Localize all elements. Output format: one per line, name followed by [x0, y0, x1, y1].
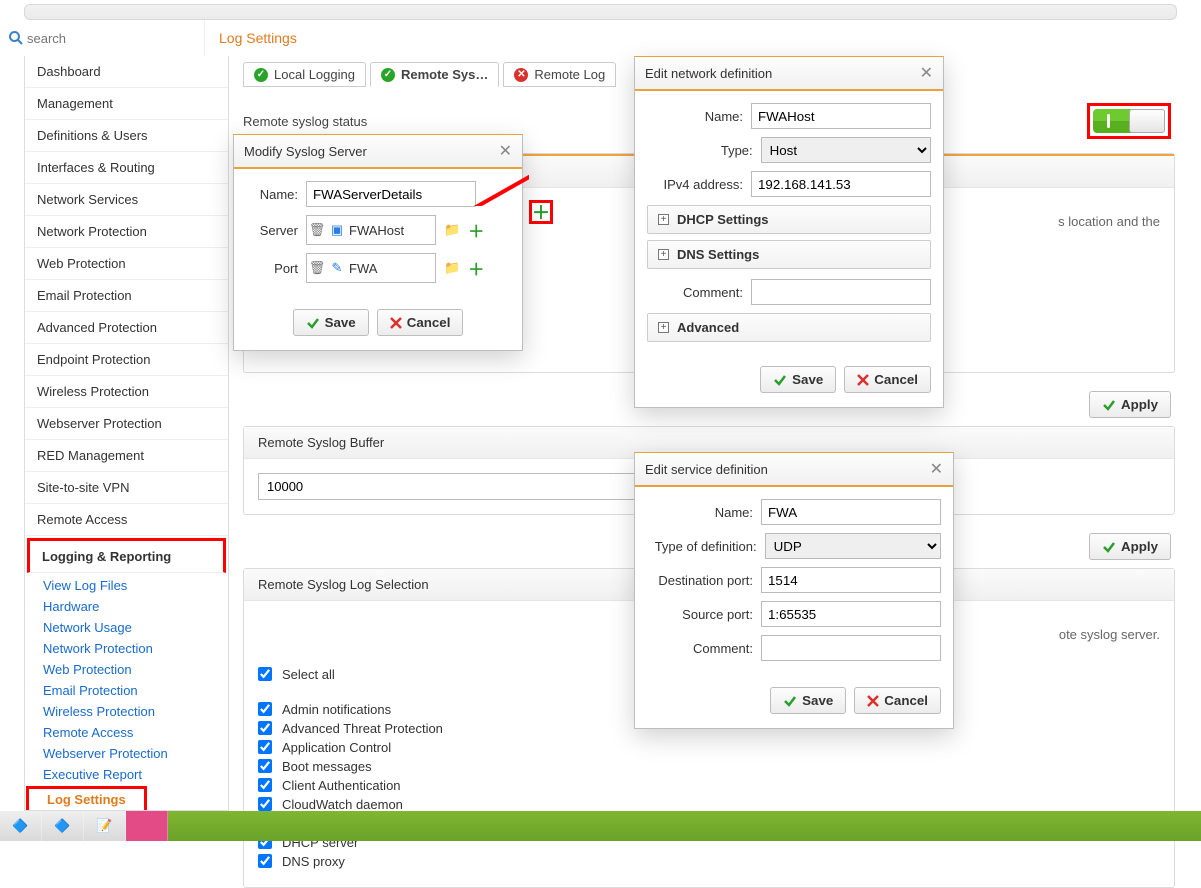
page-title: Log Settings [205, 20, 1201, 56]
status-toggle[interactable] [1093, 109, 1165, 133]
svc-dlg-close[interactable]: ✕ [930, 459, 943, 479]
modify-cancel-button[interactable]: Cancel [377, 309, 464, 336]
sidebar-sub[interactable]: Wireless Protection [25, 701, 228, 722]
tab-remote-syslog[interactable]: ✓Remote Sys… [370, 62, 499, 87]
sidebar-item[interactable]: Network Protection [25, 216, 228, 248]
search-input[interactable] [27, 31, 177, 46]
add-server-icon[interactable]: ＋ [468, 218, 484, 242]
net-dlg-close[interactable]: ✕ [920, 63, 933, 83]
log-checkbox[interactable]: Client Authentication [258, 778, 1160, 793]
sidebar: DashboardManagementDefinitions & UsersIn… [24, 56, 229, 811]
modify-dlg-title: Modify Syslog Server [244, 144, 367, 159]
sidebar-sub[interactable]: Webserver Protection [25, 743, 228, 764]
sidebar-item[interactable]: Remote Access [25, 504, 228, 536]
svc-dlg-title: Edit service definition [645, 462, 768, 477]
sidebar-item[interactable]: Endpoint Protection [25, 344, 228, 376]
add-syslog-server-button[interactable]: ＋ [529, 200, 553, 224]
sidebar-item[interactable]: Web Protection [25, 248, 228, 280]
server-chip[interactable]: 🗑 ▣ FWAHost [306, 215, 436, 245]
sidebar-sub-log-settings[interactable]: Log Settings [26, 786, 147, 811]
tab-local-logging[interactable]: ✓Local Logging [243, 62, 366, 87]
sidebar-item[interactable]: Management [25, 88, 228, 120]
svc-cancel-button[interactable]: Cancel [854, 687, 941, 714]
sidebar-item[interactable]: Interfaces & Routing [25, 152, 228, 184]
log-checkbox[interactable]: DNS proxy [258, 854, 1160, 869]
svc-name-input[interactable] [761, 499, 941, 525]
sidebar-item[interactable]: Definitions & Users [25, 120, 228, 152]
log-checkbox[interactable]: Boot messages [258, 759, 1160, 774]
modify-syslog-dialog: Modify Syslog Server ✕ Name: Server 🗑 ▣ … [233, 134, 523, 351]
modify-save-button[interactable]: Save [293, 309, 369, 336]
modify-dlg-close[interactable]: ✕ [499, 141, 512, 161]
net-comment-input[interactable] [751, 279, 931, 305]
sidebar-item[interactable]: Email Protection [25, 280, 228, 312]
status-label: Remote syslog status [243, 114, 367, 129]
tab-remote-log[interactable]: ✕Remote Log [503, 62, 616, 87]
host-icon: ▣ [327, 222, 347, 238]
svc-comment-input[interactable] [761, 635, 941, 661]
sidebar-sub[interactable]: Hardware [25, 596, 228, 617]
sidebar-sub[interactable]: View Log Files [25, 575, 228, 596]
apply-servers-button[interactable]: Apply [1089, 391, 1171, 418]
syslog-name-input[interactable] [306, 181, 476, 207]
sidebar-sub[interactable]: Executive Report [25, 764, 228, 785]
service-icon: ✎ [327, 260, 347, 276]
trash-icon[interactable]: 🗑 [307, 260, 327, 276]
net-save-button[interactable]: Save [760, 366, 836, 393]
search-box[interactable] [0, 20, 205, 56]
net-dlg-title: Edit network definition [645, 66, 772, 81]
edit-service-dialog: Edit service definition ✕ Name: Type of … [634, 452, 954, 729]
apply-buffer-button[interactable]: Apply [1089, 533, 1171, 560]
sidebar-sub[interactable]: Network Protection [25, 638, 228, 659]
net-ipv4-input[interactable] [751, 171, 931, 197]
topbar [24, 4, 1177, 20]
sidebar-item[interactable]: Network Services [25, 184, 228, 216]
folder-icon[interactable]: 📁 [444, 222, 460, 238]
trash-icon[interactable]: 🗑 [307, 222, 327, 238]
svc-save-button[interactable]: Save [770, 687, 846, 714]
sidebar-section-logging-reporting[interactable]: Logging & Reporting [27, 538, 226, 573]
sidebar-item[interactable]: Webserver Protection [25, 408, 228, 440]
sidebar-item[interactable]: Site-to-site VPN [25, 472, 228, 504]
add-port-icon[interactable]: ＋ [468, 256, 484, 280]
sidebar-sub[interactable]: Web Protection [25, 659, 228, 680]
net-name-input[interactable] [751, 103, 931, 129]
log-checkbox[interactable]: CloudWatch daemon [258, 797, 1160, 812]
edit-network-dialog: Edit network definition ✕ Name: Type:Hos… [634, 56, 944, 408]
main: ✓Local Logging ✓Remote Sys… ✕Remote Log … [229, 56, 1177, 811]
sidebar-sub[interactable]: Email Protection [25, 680, 228, 701]
sidebar-item[interactable]: Dashboard [25, 56, 228, 88]
port-chip[interactable]: 🗑 ✎ FWA [306, 253, 436, 283]
advanced-expand[interactable]: +Advanced [647, 313, 931, 342]
sidebar-sub[interactable]: Network Usage [25, 617, 228, 638]
sidebar-item[interactable]: Advanced Protection [25, 312, 228, 344]
search-icon [8, 30, 24, 46]
log-checkbox[interactable]: Application Control [258, 740, 1160, 755]
svc-sport-input[interactable] [761, 601, 941, 627]
net-type-select[interactable]: Host [761, 137, 931, 163]
folder-icon[interactable]: 📁 [444, 260, 460, 276]
dns-settings-expand[interactable]: +DNS Settings [647, 240, 931, 269]
sidebar-sub[interactable]: Remote Access [25, 722, 228, 743]
net-cancel-button[interactable]: Cancel [844, 366, 931, 393]
svc-dport-input[interactable] [761, 567, 941, 593]
sidebar-item[interactable]: Wireless Protection [25, 376, 228, 408]
sidebar-item[interactable]: RED Management [25, 440, 228, 472]
buffer-input[interactable] [258, 473, 648, 500]
dhcp-settings-expand[interactable]: +DHCP Settings [647, 205, 931, 234]
svc-type-select[interactable]: UDP [765, 533, 941, 559]
